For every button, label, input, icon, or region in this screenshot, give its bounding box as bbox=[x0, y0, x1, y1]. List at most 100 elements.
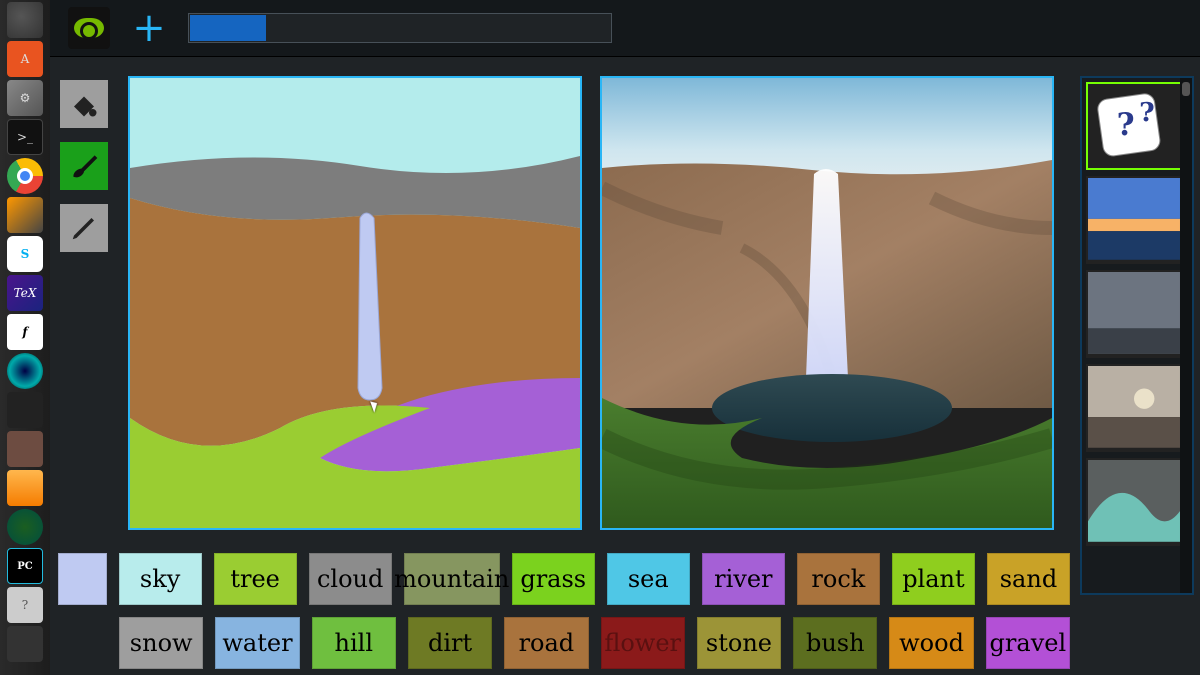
launcher-chrome[interactable] bbox=[7, 158, 43, 194]
palette-spacer bbox=[58, 617, 107, 669]
canvas-row bbox=[128, 76, 1054, 530]
swatch-wood[interactable]: wood bbox=[889, 617, 973, 669]
tool-column bbox=[60, 80, 110, 252]
swatch-label: rock bbox=[811, 565, 865, 593]
skype-glyph: S bbox=[21, 247, 30, 261]
swatch-label: cloud bbox=[317, 565, 383, 593]
swatch-label: gravel bbox=[990, 629, 1067, 657]
gaugan-app: + bbox=[50, 0, 1200, 675]
launcher-camera-lens[interactable] bbox=[7, 353, 43, 389]
launcher-font-function[interactable]: f bbox=[7, 314, 43, 350]
current-color-swatch[interactable] bbox=[58, 553, 107, 605]
workspace: ?? sky tree cloud mountain grass sea river rock… bbox=[50, 58, 1200, 675]
swatch-dirt[interactable]: dirt bbox=[408, 617, 492, 669]
tool-pencil[interactable] bbox=[60, 204, 108, 252]
swatch-label: hill bbox=[335, 629, 373, 657]
add-button[interactable]: + bbox=[128, 7, 170, 49]
swatch-water[interactable]: water bbox=[215, 617, 299, 669]
style-thumb-overcast-sky[interactable] bbox=[1086, 270, 1182, 358]
function-glyph: f bbox=[22, 325, 27, 339]
swatch-plant[interactable]: plant bbox=[892, 553, 975, 605]
segmentation-canvas[interactable] bbox=[128, 76, 582, 530]
store-glyph: A bbox=[21, 52, 30, 66]
top-bar: + bbox=[50, 0, 1200, 56]
swatch-road[interactable]: road bbox=[504, 617, 588, 669]
launcher-gimp[interactable] bbox=[7, 431, 43, 467]
gear-icon: ⚙ bbox=[20, 91, 31, 105]
style-thumb-hazy-horizon[interactable] bbox=[1086, 364, 1182, 452]
generated-canvas[interactable] bbox=[600, 76, 1054, 530]
swatch-hill[interactable]: hill bbox=[312, 617, 396, 669]
launcher-files[interactable] bbox=[7, 470, 43, 506]
swatch-rock[interactable]: rock bbox=[797, 553, 880, 605]
launcher-ubuntu-dash[interactable] bbox=[7, 2, 43, 38]
segmentation-drawing bbox=[130, 78, 580, 528]
swatch-sea[interactable]: sea bbox=[607, 553, 690, 605]
swatch-tree[interactable]: tree bbox=[214, 553, 297, 605]
nvidia-eye-icon bbox=[74, 18, 104, 38]
launcher-trash[interactable] bbox=[7, 626, 43, 662]
swatch-label: snow bbox=[130, 629, 193, 657]
launcher-terminal[interactable]: >_ bbox=[7, 119, 43, 155]
swatch-label: bush bbox=[806, 629, 865, 657]
swatch-label: dirt bbox=[428, 629, 472, 657]
swatch-label: tree bbox=[230, 565, 280, 593]
generated-image bbox=[602, 78, 1052, 528]
launcher-sublime[interactable] bbox=[7, 197, 43, 233]
pencil-icon bbox=[69, 213, 99, 243]
terminal-icon: >_ bbox=[17, 130, 33, 144]
launcher-skype[interactable]: S bbox=[7, 236, 43, 272]
style-thumb-ocean-wave[interactable] bbox=[1086, 458, 1182, 546]
progress-bar[interactable] bbox=[188, 13, 612, 43]
brush-icon bbox=[68, 150, 100, 182]
tex-glyph: TeX bbox=[14, 286, 37, 300]
swatch-label: stone bbox=[706, 629, 772, 657]
swatch-label: sky bbox=[140, 565, 180, 593]
launcher-green-spiral[interactable] bbox=[7, 509, 43, 545]
nvidia-logo[interactable] bbox=[68, 7, 110, 49]
pycharm-glyph: PC bbox=[17, 561, 32, 572]
swatch-sky[interactable]: sky bbox=[119, 553, 202, 605]
svg-text:?: ? bbox=[1117, 107, 1135, 143]
svg-text:?: ? bbox=[1139, 97, 1155, 128]
swatch-mountain[interactable]: mountain bbox=[404, 553, 500, 605]
swatch-label: river bbox=[714, 565, 772, 593]
swatch-cloud[interactable]: cloud bbox=[309, 553, 392, 605]
launcher-pycharm[interactable]: PC bbox=[7, 548, 43, 584]
label-palette: sky tree cloud mountain grass sea river rock pla… bbox=[58, 553, 1070, 669]
swatch-stone[interactable]: stone bbox=[697, 617, 781, 669]
style-thumb-sunset-lake[interactable] bbox=[1086, 176, 1182, 264]
launcher-tex[interactable]: TeX bbox=[7, 275, 43, 311]
swatch-label: sea bbox=[628, 565, 669, 593]
help-icon: ? bbox=[22, 598, 28, 612]
swatch-grass[interactable]: grass bbox=[512, 553, 595, 605]
launcher-paint-app[interactable] bbox=[7, 392, 43, 428]
swatch-label: grass bbox=[520, 565, 586, 593]
style-scrollbar[interactable] bbox=[1180, 78, 1192, 593]
swatch-snow[interactable]: snow bbox=[119, 617, 203, 669]
ubuntu-launcher: A ⚙ >_ S TeX f PC ? bbox=[0, 0, 50, 675]
swatch-river[interactable]: river bbox=[702, 553, 785, 605]
style-thumb-random-dice[interactable]: ?? bbox=[1086, 82, 1182, 170]
launcher-software-store[interactable]: A bbox=[7, 41, 43, 77]
launcher-help[interactable]: ? bbox=[7, 587, 43, 623]
swatch-label: mountain bbox=[394, 565, 509, 593]
swatch-label: flower bbox=[604, 629, 681, 657]
bucket-icon bbox=[69, 89, 99, 119]
swatch-flower[interactable]: flower bbox=[601, 617, 685, 669]
swatch-label: wood bbox=[899, 629, 964, 657]
launcher-settings[interactable]: ⚙ bbox=[7, 80, 43, 116]
style-scroll-thumb[interactable] bbox=[1182, 82, 1190, 96]
style-thumbnails: ?? bbox=[1080, 76, 1194, 595]
swatch-label: road bbox=[519, 629, 575, 657]
tool-bucket[interactable] bbox=[60, 80, 108, 128]
swatch-label: sand bbox=[1000, 565, 1057, 593]
swatch-label: plant bbox=[902, 565, 964, 593]
swatch-sand[interactable]: sand bbox=[987, 553, 1070, 605]
swatch-label: water bbox=[222, 629, 292, 657]
swatch-bush[interactable]: bush bbox=[793, 617, 877, 669]
plus-icon: + bbox=[132, 5, 166, 51]
progress-fill bbox=[190, 15, 266, 41]
tool-brush[interactable] bbox=[60, 142, 108, 190]
swatch-gravel[interactable]: gravel bbox=[986, 617, 1070, 669]
